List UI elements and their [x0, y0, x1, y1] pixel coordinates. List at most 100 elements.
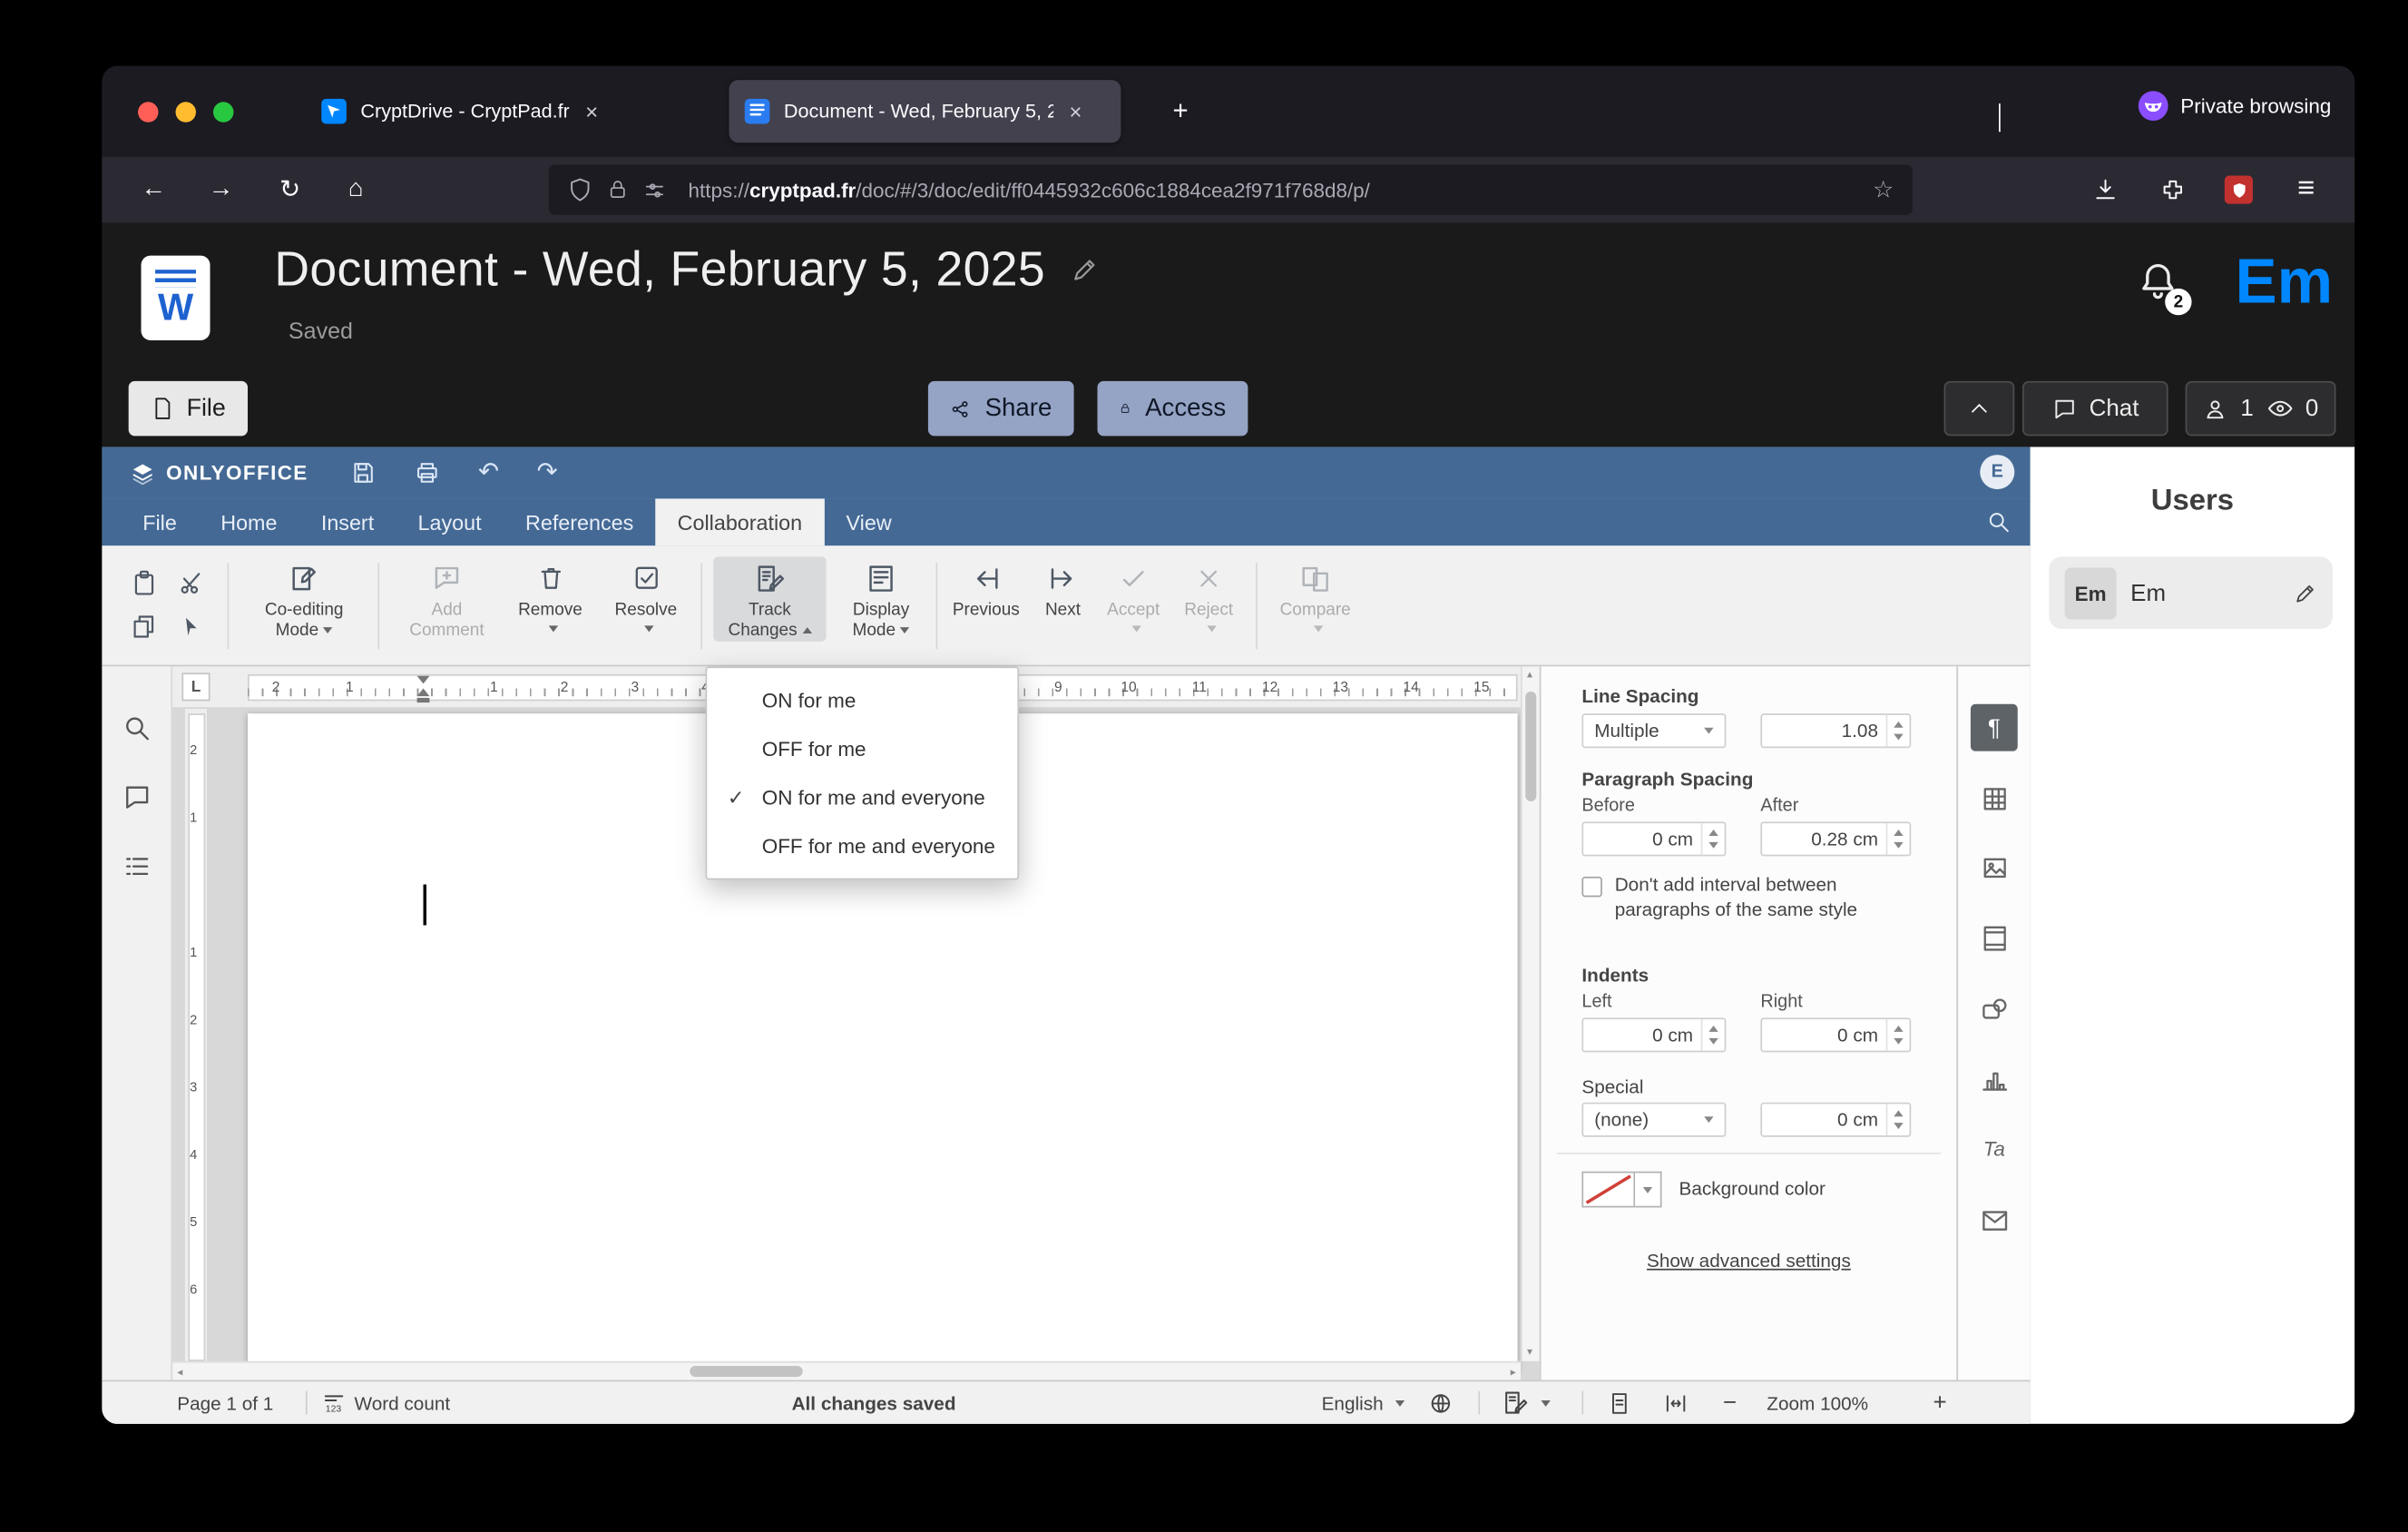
tab-view[interactable]: View	[824, 498, 914, 545]
notifications-bell-icon[interactable]: 2	[2137, 260, 2192, 316]
spinner-arrows[interactable]	[1700, 823, 1725, 855]
spacing-after-spinner[interactable]: 0.28 cm	[1760, 821, 1912, 857]
tab-document[interactable]: Document - Wed, February 5, 2025 ×	[729, 80, 1121, 143]
background-color-dropdown[interactable]	[1635, 1171, 1662, 1208]
redo-icon[interactable]: ↷	[537, 459, 558, 486]
menu-item-on-for-me[interactable]: ON for me	[707, 676, 1017, 725]
horizontal-scroll-thumb[interactable]	[690, 1365, 803, 1378]
zoom-out-button[interactable]: −	[1723, 1381, 1737, 1424]
word-count-toggle[interactable]: 123 Word count	[321, 1381, 450, 1424]
user-avatar-text[interactable]: Em	[2236, 248, 2334, 319]
share-button[interactable]: Share	[927, 380, 1074, 437]
file-button[interactable]: File	[128, 380, 248, 437]
reload-icon[interactable]: ↻	[267, 166, 314, 213]
home-icon[interactable]: ⌂	[332, 166, 379, 213]
menu-item-on-for-everyone[interactable]: ✓ ON for me and everyone	[707, 773, 1017, 822]
rename-pencil-icon[interactable]	[1071, 256, 1099, 284]
background-color-swatch[interactable]	[1581, 1171, 1636, 1208]
horizontal-scrollbar[interactable]: ◂ ▸	[172, 1360, 1522, 1380]
forward-icon[interactable]: →	[198, 166, 245, 213]
editor-user-avatar[interactable]: E	[1980, 455, 2015, 490]
tab-close-icon[interactable]: ×	[585, 101, 598, 123]
spinner-arrows[interactable]	[1700, 1019, 1725, 1051]
zoom-in-button[interactable]: +	[1933, 1381, 1946, 1424]
list-all-tabs-icon[interactable]	[1999, 103, 2001, 133]
shape-settings-icon[interactable]	[1971, 985, 2018, 1032]
menu-item-off-for-me[interactable]: OFF for me	[707, 724, 1017, 773]
vertical-scroll-thumb[interactable]	[1525, 691, 1537, 801]
chart-settings-icon[interactable]	[1971, 1056, 2018, 1103]
textart-settings-icon[interactable]: Ta	[1971, 1124, 2018, 1172]
remove-button[interactable]: Remove	[506, 556, 594, 633]
spinner-arrows[interactable]	[1885, 823, 1910, 855]
left-indent-marker[interactable]	[416, 697, 430, 703]
line-spacing-spinner[interactable]: 1.08	[1760, 713, 1912, 749]
fit-page-icon[interactable]	[1607, 1381, 1632, 1424]
spinner-arrows[interactable]	[1885, 1104, 1910, 1135]
menu-hamburger-icon[interactable]: ≡	[2283, 166, 2330, 213]
save-icon[interactable]	[349, 459, 376, 486]
spinner-arrows[interactable]	[1885, 714, 1910, 747]
tab-close-icon[interactable]: ×	[1069, 101, 1082, 123]
new-tab-button[interactable]: +	[1160, 91, 1201, 132]
menu-item-off-for-everyone[interactable]: OFF for me and everyone	[707, 821, 1017, 870]
previous-change-button[interactable]: Previous	[945, 556, 1027, 621]
tab-file[interactable]: File	[121, 498, 199, 545]
chat-button[interactable]: Chat	[2021, 380, 2168, 437]
first-line-indent-marker[interactable]	[416, 675, 430, 684]
fit-width-icon[interactable]	[1663, 1381, 1689, 1424]
advanced-settings-link[interactable]: Show advanced settings	[1541, 1250, 1956, 1272]
indent-right-spinner[interactable]: 0 cm	[1760, 1017, 1912, 1053]
tab-stop-selector[interactable]: L	[181, 673, 210, 702]
mail-merge-icon[interactable]	[1971, 1196, 2018, 1243]
scroll-down-icon[interactable]: ▾	[1527, 1347, 1532, 1358]
undo-icon[interactable]: ↶	[478, 459, 499, 486]
access-button[interactable]: Access	[1097, 380, 1248, 437]
find-icon[interactable]	[119, 711, 153, 745]
table-settings-icon[interactable]	[1971, 775, 2018, 822]
paragraph-settings-icon[interactable]: ¶	[1970, 703, 2018, 751]
tracking-shield-icon[interactable]	[567, 177, 592, 202]
users-count-button[interactable]: 1 0	[2185, 380, 2336, 437]
comments-panel-icon[interactable]	[119, 780, 153, 814]
image-settings-icon[interactable]	[1971, 844, 2018, 891]
user-list-item[interactable]: Em Em	[2049, 556, 2334, 629]
language-selector[interactable]: English	[1322, 1381, 1405, 1424]
display-mode-button[interactable]: Display Mode	[836, 556, 926, 641]
line-spacing-select[interactable]: Multiple	[1581, 713, 1727, 749]
next-change-button[interactable]: Next	[1033, 556, 1093, 621]
special-select[interactable]: (none)	[1581, 1102, 1727, 1137]
track-changes-status-icon[interactable]	[1502, 1381, 1551, 1424]
track-changes-button[interactable]: Track Changes	[713, 556, 827, 642]
interval-checkbox[interactable]	[1581, 876, 1602, 898]
tab-collaboration[interactable]: Collaboration	[655, 498, 825, 546]
special-spinner[interactable]: 0 cm	[1760, 1102, 1912, 1137]
extensions-puzzle-icon[interactable]	[2149, 166, 2197, 213]
spacing-before-spinner[interactable]: 0 cm	[1581, 821, 1727, 857]
window-close-button[interactable]	[138, 102, 159, 123]
tab-layout[interactable]: Layout	[396, 498, 503, 545]
indent-left-spinner[interactable]: 0 cm	[1581, 1017, 1727, 1053]
editor-search-icon[interactable]	[1986, 510, 2012, 535]
tab-references[interactable]: References	[504, 498, 656, 545]
permissions-icon[interactable]	[642, 178, 666, 201]
print-icon[interactable]	[414, 459, 440, 486]
vertical-scrollbar[interactable]: ▴ ▾	[1521, 666, 1540, 1361]
tab-home[interactable]: Home	[199, 498, 299, 545]
back-icon[interactable]: ←	[130, 166, 177, 213]
tab-insert[interactable]: Insert	[299, 498, 396, 545]
copy-icon[interactable]	[121, 605, 168, 649]
tab-cryptdrive[interactable]: CryptDrive - CryptPad.fr ×	[306, 80, 706, 142]
scroll-up-icon[interactable]: ▴	[1527, 670, 1532, 681]
edit-name-pencil-icon[interactable]	[2294, 581, 2317, 604]
window-zoom-button[interactable]	[212, 102, 234, 123]
spinner-arrows[interactable]	[1885, 1019, 1910, 1051]
window-minimize-button[interactable]	[175, 102, 196, 123]
scroll-left-icon[interactable]: ◂	[177, 1368, 182, 1379]
collapse-toolbar-button[interactable]	[1943, 380, 2015, 437]
cut-icon[interactable]	[168, 562, 215, 605]
select-all-icon[interactable]	[168, 605, 215, 649]
scroll-right-icon[interactable]: ▸	[1511, 1368, 1516, 1379]
url-bar[interactable]: https://cryptpad.fr/doc/#/3/doc/edit/ff0…	[548, 164, 1913, 215]
header-footer-settings-icon[interactable]	[1971, 914, 2018, 961]
